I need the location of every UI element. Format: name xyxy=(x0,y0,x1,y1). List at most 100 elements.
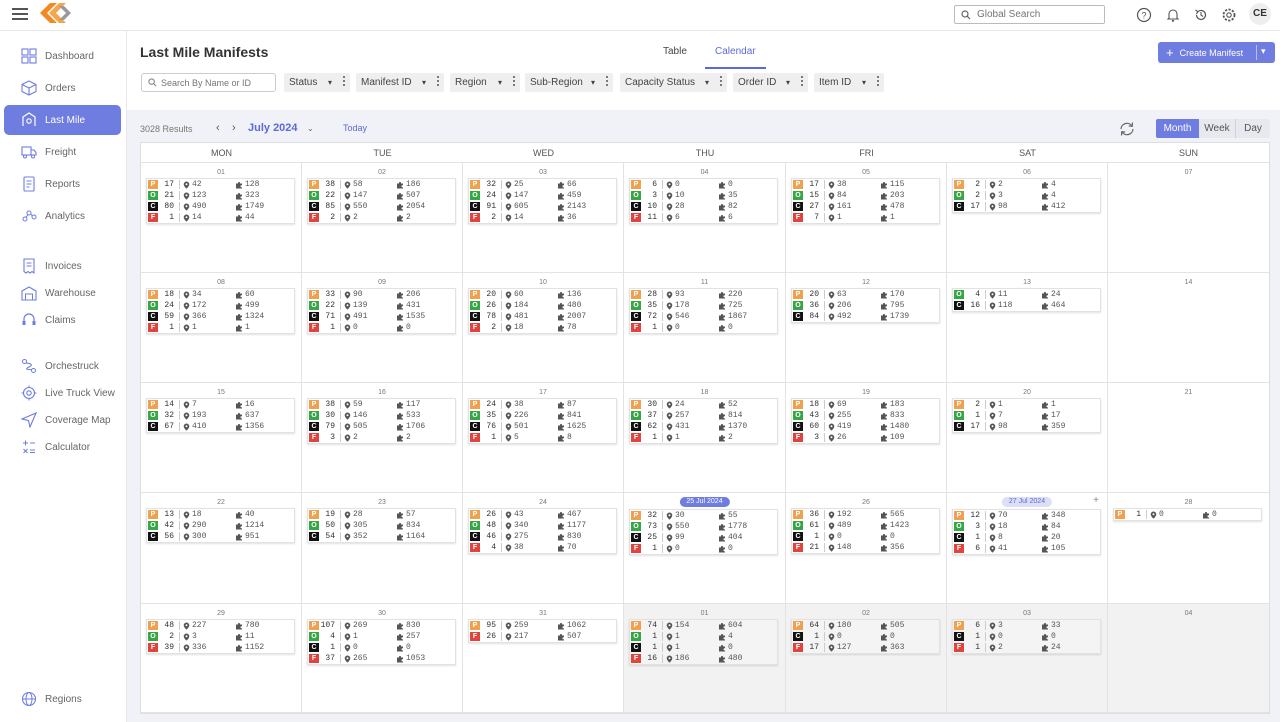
sidebar-item-analytics[interactable]: Analytics xyxy=(4,201,121,231)
month-label[interactable]: July 2024 xyxy=(248,122,298,134)
calendar-day-cell[interactable]: 09 P 33 90 206 O 22 139 431 C 71 491 1535 F 1 0 0 xyxy=(302,273,463,383)
create-dropdown-icon[interactable]: ▾ xyxy=(1261,46,1266,57)
manifest-summary-card[interactable]: P 38 58 186 O 22 147 507 C 85 550 2054 F 2 2 2 xyxy=(307,178,456,224)
filter-manifest-id[interactable]: Manifest ID ▾ xyxy=(356,73,444,92)
calendar-day-cell[interactable]: 26 P 36 192 565 O 61 489 1423 C 1 0 0 F 21 148 356 xyxy=(786,493,947,604)
sidebar-item-orchestruck[interactable]: Orchestruck xyxy=(4,351,121,381)
manifest-summary-card[interactable]: P 14 7 16 O 32 193 637 C 67 410 1356 xyxy=(146,398,295,433)
calendar-day-cell[interactable]: 10 P 20 60 136 O 26 184 480 C 78 481 2007 F 2 18 78 xyxy=(463,273,624,383)
calendar-day-cell[interactable]: 15 P 14 7 16 O 32 193 637 C 67 410 1356 xyxy=(141,383,302,493)
add-icon[interactable]: + xyxy=(1093,495,1099,506)
global-search[interactable] xyxy=(954,5,1105,24)
calendar-day-cell[interactable]: 04 P 6 0 0 O 3 10 35 C 10 28 82 F 11 6 6 xyxy=(624,163,786,273)
calendar-day-cell[interactable]: 31 P 95 259 1062 F 26 217 507 xyxy=(463,604,624,713)
manifest-summary-card[interactable]: P 95 259 1062 F 26 217 507 xyxy=(468,619,617,643)
bell-icon[interactable] xyxy=(1165,7,1181,23)
filter-order-id[interactable]: Order ID ▾ xyxy=(733,73,808,92)
calendar-day-cell[interactable]: 07 xyxy=(1108,163,1269,273)
calendar-day-cell[interactable]: 23 P 19 28 57 O 50 305 834 C 54 352 1164 xyxy=(302,493,463,604)
manifest-summary-card[interactable]: P 33 90 206 O 22 139 431 C 71 491 1535 F 1 0 0 xyxy=(307,288,456,334)
sidebar-item-dashboard[interactable]: Dashboard xyxy=(4,41,121,71)
manifest-summary-card[interactable]: P 107 269 830 O 4 1 257 C 1 0 0 F 37 265 1053 xyxy=(307,619,456,665)
chevron-down-icon[interactable]: ⌄ xyxy=(307,124,314,133)
view-month-button[interactable]: Month xyxy=(1156,119,1199,138)
calendar-day-cell[interactable]: 02 P 38 58 186 O 22 147 507 C 85 550 2054 F 2 2 2 xyxy=(302,163,463,273)
filter-region[interactable]: Region ▾ xyxy=(450,73,520,92)
calendar-day-cell[interactable]: 02 P 64 180 505 C 1 0 0 F 17 127 363 xyxy=(786,604,947,713)
sidebar-item-claims[interactable]: Claims xyxy=(4,305,121,335)
manifest-summary-card[interactable]: P 13 18 40 O 42 290 1214 C 56 300 951 xyxy=(146,508,295,543)
manifest-summary-card[interactable]: P 20 60 136 O 26 184 480 C 78 481 2007 F 2 18 78 xyxy=(468,288,617,334)
sidebar-item-calculator[interactable]: Calculator xyxy=(4,432,121,462)
refresh-icon[interactable] xyxy=(1118,121,1136,137)
manifest-summary-card[interactable]: P 30 24 52 O 37 257 814 C 62 431 1370 F 1 1 2 xyxy=(629,398,778,444)
settings-icon[interactable] xyxy=(1221,7,1237,23)
calendar-day-cell[interactable]: 11 P 28 93 220 O 35 178 725 C 72 546 1867 F 1 0 0 xyxy=(624,273,786,383)
manifest-summary-card[interactable]: P 32 30 55 O 73 550 1778 C 25 99 404 F 1 0 0 xyxy=(629,509,778,555)
help-icon[interactable]: ? xyxy=(1136,7,1152,23)
menu-icon[interactable] xyxy=(12,8,28,20)
more-vertical-icon[interactable] xyxy=(605,76,609,88)
manifest-summary-card[interactable]: P 48 227 780 O 2 3 11 F 39 336 1152 xyxy=(146,619,295,654)
manifest-summary-card[interactable]: O 4 11 24 C 16 118 464 xyxy=(952,288,1101,312)
manifest-summary-card[interactable]: P 6 3 33 C 1 0 0 F 1 2 24 xyxy=(952,619,1101,654)
sidebar-item-warehouse[interactable]: Warehouse xyxy=(4,278,121,308)
manifest-summary-card[interactable]: P 18 69 183 O 43 255 833 C 60 419 1480 F 3 26 109 xyxy=(791,398,940,444)
sidebar-item-orders[interactable]: Orders xyxy=(4,73,121,103)
calendar-day-cell[interactable]: 24 P 26 43 467 O 48 340 1177 C 46 275 830 F 4 38 70 xyxy=(463,493,624,604)
manifest-summary-card[interactable]: P 74 154 604 O 1 1 4 C 1 1 0 F 16 186 480 xyxy=(629,619,778,665)
calendar-day-cell[interactable]: 01 P 17 42 128 O 21 123 323 C 80 490 1749 F 1 14 44 xyxy=(141,163,302,273)
tab-table[interactable]: Table xyxy=(663,46,687,57)
manifest-summary-card[interactable]: P 36 192 565 O 61 489 1423 C 1 0 0 F 21 148 356 xyxy=(791,508,940,554)
filter-sub-region[interactable]: Sub-Region ▾ xyxy=(525,73,613,92)
manifest-summary-card[interactable]: P 12 70 348 O 3 18 84 C 1 8 20 F 6 41 105 xyxy=(952,509,1101,555)
calendar-day-cell[interactable]: 17 P 24 38 87 O 35 226 841 C 76 501 1625 F 1 5 8 xyxy=(463,383,624,493)
calendar-day-cell[interactable]: 19 P 18 69 183 O 43 255 833 C 60 419 1480 F 3 26 109 xyxy=(786,383,947,493)
calendar-day-cell[interactable]: 13 O 4 11 24 C 16 118 464 xyxy=(947,273,1108,383)
sidebar-item-regions[interactable]: Regions xyxy=(4,684,121,714)
sidebar-item-last-mile[interactable]: Last Mile xyxy=(4,105,121,135)
filter-capacity-status[interactable]: Capacity Status ▾ xyxy=(620,73,727,92)
logo-icon[interactable] xyxy=(38,1,72,25)
manifest-summary-card[interactable]: P 2 1 1 O 1 7 17 C 17 98 359 xyxy=(952,398,1101,433)
calendar-day-cell[interactable]: 12 P 20 63 170 O 36 206 795 C 84 492 1739 xyxy=(786,273,947,383)
avatar[interactable]: CE xyxy=(1249,3,1271,25)
manifest-summary-card[interactable]: P 1 0 0 xyxy=(1113,508,1262,521)
filter-status[interactable]: Status ▾ xyxy=(284,73,350,92)
manifest-summary-card[interactable]: P 20 63 170 O 36 206 795 C 84 492 1739 xyxy=(791,288,940,323)
calendar-day-cell[interactable]: 14 xyxy=(1108,273,1269,383)
manifest-summary-card[interactable]: P 2 2 4 O 2 3 4 C 17 98 412 xyxy=(952,178,1101,213)
calendar-day-cell[interactable]: 27 Jul 2024 + P 12 70 348 O 3 18 84 C 1 8 20 F 6 41 105 xyxy=(947,493,1108,604)
calendar-day-cell[interactable]: 25 Jul 2024 P 32 30 55 O 73 550 1778 C 25 99 404 F 1 0 0 xyxy=(624,493,786,604)
calendar-day-cell[interactable]: 03 P 32 25 66 O 24 147 459 C 91 605 2143 F 2 14 36 xyxy=(463,163,624,273)
manifest-summary-card[interactable]: P 64 180 505 C 1 0 0 F 17 127 363 xyxy=(791,619,940,654)
calendar-day-cell[interactable]: 08 P 18 34 60 O 24 172 499 C 59 366 1324 F 1 1 1 xyxy=(141,273,302,383)
manifest-summary-card[interactable]: P 26 43 467 O 48 340 1177 C 46 275 830 F 4 38 70 xyxy=(468,508,617,554)
manifest-summary-card[interactable]: P 32 25 66 O 24 147 459 C 91 605 2143 F 2 14 36 xyxy=(468,178,617,224)
more-vertical-icon[interactable] xyxy=(512,76,516,88)
calendar-day-cell[interactable]: 18 P 30 24 52 O 37 257 814 C 62 431 1370 F 1 1 2 xyxy=(624,383,786,493)
sidebar-item-coverage-map[interactable]: Coverage Map xyxy=(4,405,121,435)
calendar-day-cell[interactable]: 28 P 1 0 0 xyxy=(1108,493,1269,604)
tab-calendar[interactable]: Calendar xyxy=(715,46,756,57)
prev-month-icon[interactable]: ‹ xyxy=(216,122,220,134)
sidebar-item-live-truck-view[interactable]: Live Truck View xyxy=(4,378,121,408)
calendar-day-cell[interactable]: 16 P 38 59 117 O 30 146 533 C 79 505 1706 F 3 2 2 xyxy=(302,383,463,493)
more-vertical-icon[interactable] xyxy=(342,76,346,88)
view-day-button[interactable]: Day xyxy=(1236,119,1270,138)
sidebar-item-reports[interactable]: Reports xyxy=(4,169,121,199)
more-vertical-icon[interactable] xyxy=(800,76,804,88)
more-vertical-icon[interactable] xyxy=(436,76,440,88)
calendar-day-cell[interactable]: 04 xyxy=(1108,604,1269,713)
sidebar-item-invoices[interactable]: Invoices xyxy=(4,251,121,281)
manifest-summary-card[interactable]: P 38 59 117 O 30 146 533 C 79 505 1706 F 3 2 2 xyxy=(307,398,456,444)
calendar-day-cell[interactable]: 20 P 2 1 1 O 1 7 17 C 17 98 359 xyxy=(947,383,1108,493)
calendar-day-cell[interactable]: 03 P 6 3 33 C 1 0 0 F 1 2 24 xyxy=(947,604,1108,713)
manifest-summary-card[interactable]: P 18 34 60 O 24 172 499 C 59 366 1324 F 1 1 1 xyxy=(146,288,295,334)
calendar-day-cell[interactable]: 22 P 13 18 40 O 42 290 1214 C 56 300 951 xyxy=(141,493,302,604)
manifest-summary-card[interactable]: P 6 0 0 O 3 10 35 C 10 28 82 F 11 6 6 xyxy=(629,178,778,224)
manifest-summary-card[interactable]: P 24 38 87 O 35 226 841 C 76 501 1625 F 1 5 8 xyxy=(468,398,617,444)
view-week-button[interactable]: Week xyxy=(1199,119,1236,138)
today-button[interactable]: Today xyxy=(343,123,367,133)
filter-item-id[interactable]: Item ID ▾ xyxy=(814,73,884,92)
